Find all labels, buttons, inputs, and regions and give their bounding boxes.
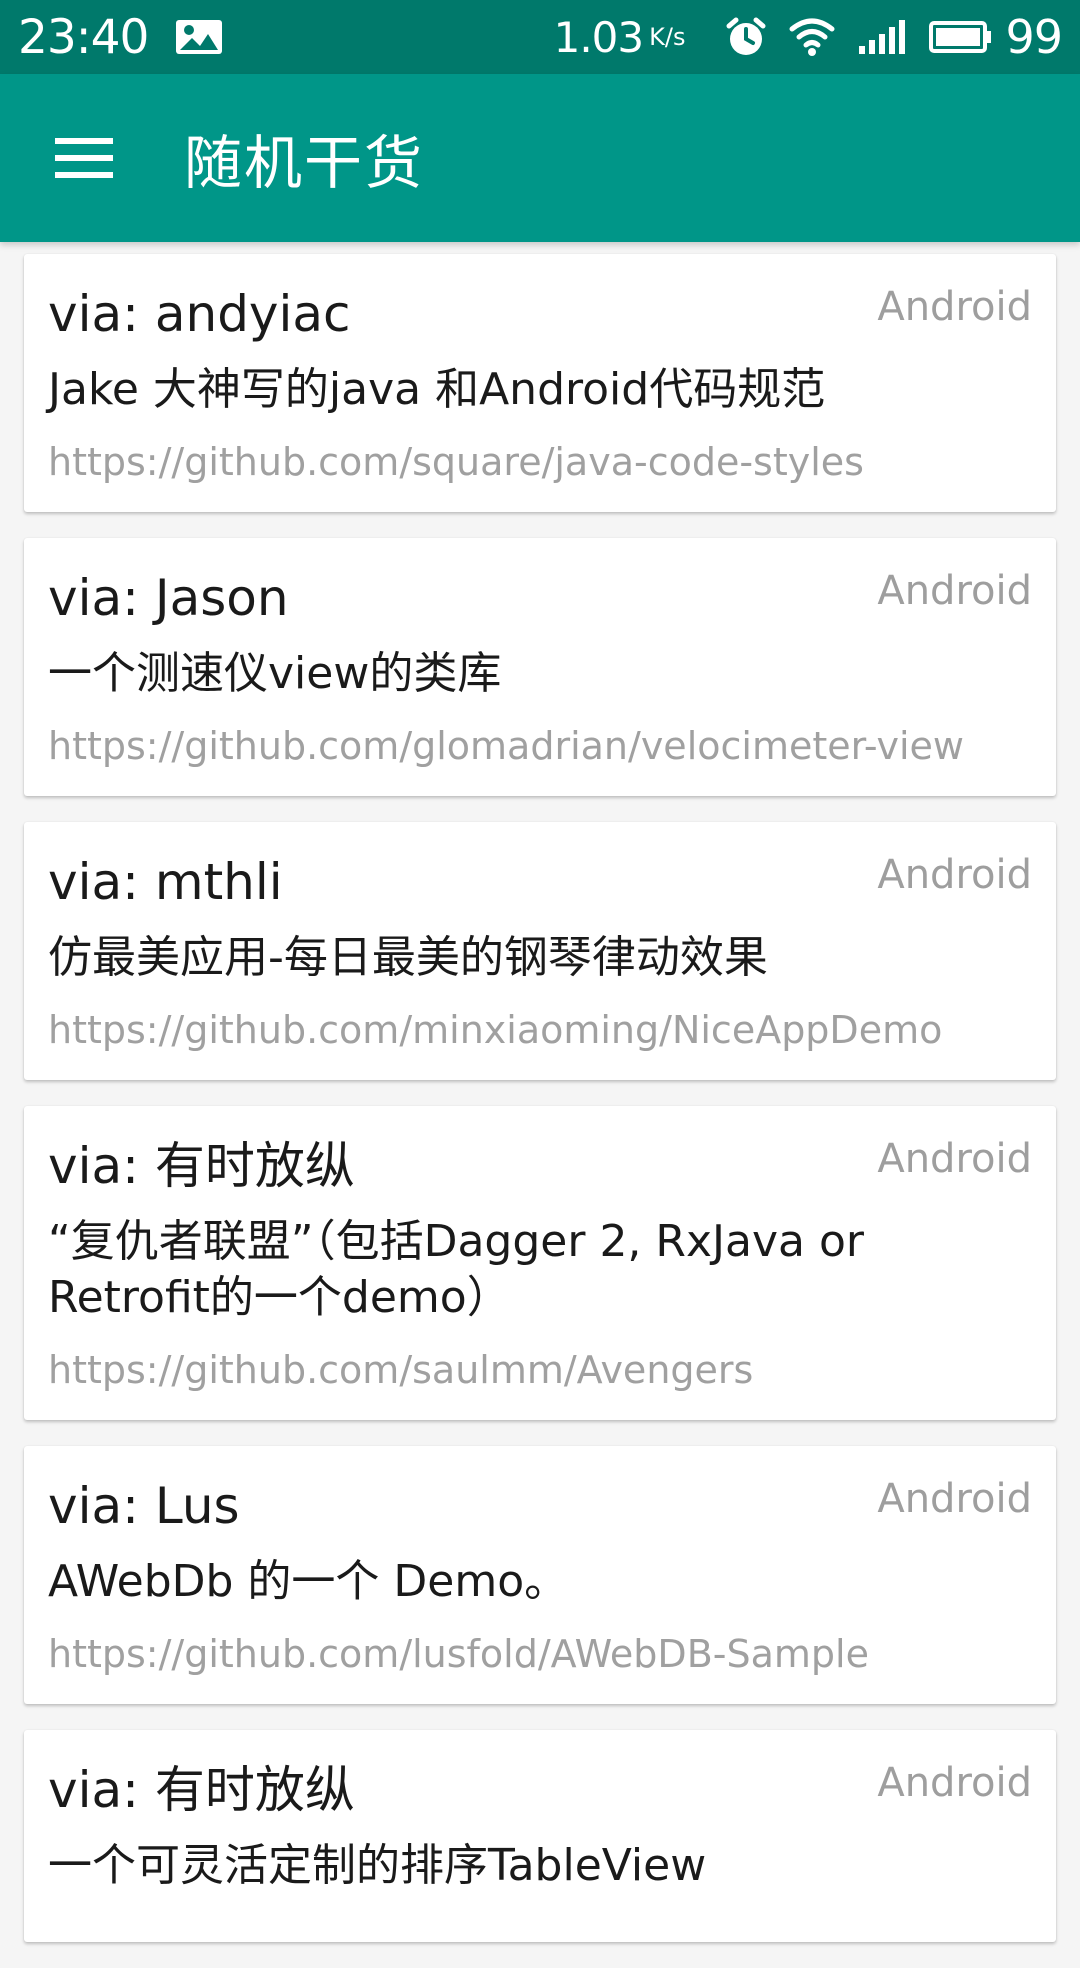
page-title: 随机干货 (184, 129, 425, 197)
item-description: “复仇者联盟”（包括Dagger 2, RxJava or Retrofit的一… (48, 1215, 864, 1324)
wifi-icon (789, 17, 835, 57)
status-time: 23:40 (18, 9, 149, 65)
status-right: 1.03 K/s 99 (553, 10, 1063, 64)
battery-level: 99 (1005, 10, 1063, 64)
app-bar: 随机干货 (0, 74, 1080, 242)
item-type: Android (877, 1759, 1032, 1806)
signal-icon (857, 18, 907, 56)
item-url: https://github.com/saulmm/Avengers (48, 1348, 754, 1393)
item-type: Android (877, 1475, 1032, 1522)
item-type: Android (877, 851, 1032, 898)
image-icon (174, 18, 224, 56)
status-bar: 23:40 1.03 K/s 99 (0, 0, 1080, 74)
net-speed: 1.03 (553, 12, 645, 62)
alarm-icon (725, 16, 767, 58)
item-type: Android (877, 1135, 1032, 1182)
list-item[interactable]: via: 有时放纵 Android 一个可灵活定制的排序TableView (24, 1729, 1056, 1943)
item-type: Android (877, 284, 1032, 330)
item-description: AWebDb 的一个 Demo。 (48, 1555, 569, 1607)
item-type: Android (877, 567, 1032, 614)
item-url: https://github.com/minxiaoming/NiceAppDe… (48, 1008, 943, 1053)
list-item[interactable]: via: andyiac Android Jake 大神写的java 和Andr… (24, 254, 1056, 512)
list-item[interactable]: via: mthli Android 仿最美应用-每日最美的钢琴律动效果 htt… (24, 821, 1056, 1080)
item-url: https://github.com/glomadrian/velocimete… (48, 724, 965, 769)
item-description: 仿最美应用-每日最美的钢琴律动效果 (48, 931, 768, 983)
list-item[interactable]: via: 有时放纵 Android “复仇者联盟”（包括Dagger 2, Rx… (24, 1105, 1056, 1420)
item-url: https://github.com/square/java-code-styl… (48, 440, 864, 485)
battery-icon (929, 20, 993, 54)
list-item[interactable]: via: Lus Android AWebDb 的一个 Demo。 https:… (24, 1445, 1056, 1704)
item-url: https://github.com/lusfold/AWebDB-Sample (48, 1632, 869, 1677)
menu-icon (55, 138, 113, 178)
item-description: Jake 大神写的java 和Android代码规范 (48, 364, 826, 415)
item-description: 一个可灵活定制的排序TableView (48, 1839, 707, 1891)
menu-button[interactable] (44, 118, 124, 198)
item-description: 一个测速仪view的类库 (48, 647, 502, 699)
list-item[interactable]: via: Jason Android 一个测速仪view的类库 https://… (24, 537, 1056, 796)
item-list[interactable]: via: andyiac Android Jake 大神写的java 和Andr… (0, 254, 1080, 1968)
net-speed-unit: K/s (649, 23, 686, 51)
